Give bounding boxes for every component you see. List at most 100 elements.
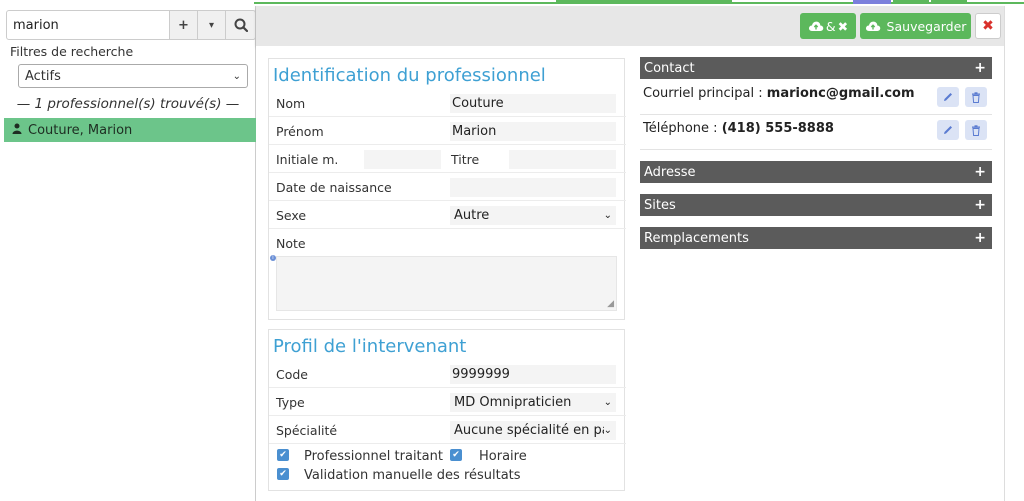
top-tab-indicator-purple <box>853 0 891 4</box>
prenom-label: Prénom <box>276 124 324 139</box>
edit-email-button[interactable] <box>937 87 959 107</box>
code-label: Code <box>276 367 309 382</box>
contact-phone-row: Téléphone : (418) 555-8888 <box>640 116 992 150</box>
pencil-icon <box>944 93 952 101</box>
titre-field[interactable] <box>509 150 616 169</box>
code-row: Code 9999999 <box>269 360 626 388</box>
close-button[interactable]: ✖ <box>975 13 1001 39</box>
sexe-label: Sexe <box>276 208 307 223</box>
trash-icon <box>972 124 980 136</box>
phone-value: (418) 555-8888 <box>721 121 834 136</box>
search-filters: Filtres de recherche Actifs ⌄ <box>10 44 250 94</box>
trash-icon <box>972 91 980 103</box>
email-value: marionc@gmail.com <box>766 86 915 101</box>
specialite-select[interactable]: Aucune spécialité en part ⌄ <box>450 421 616 440</box>
sexe-select[interactable]: Autre ⌄ <box>450 206 616 225</box>
save-and-close-button[interactable]: & ✖ <box>800 13 856 39</box>
nom-label: Nom <box>276 96 306 111</box>
validation-checkbox[interactable]: ✔ <box>277 468 289 480</box>
naissance-label: Date de naissance <box>276 180 392 195</box>
nom-field[interactable]: Couture <box>450 94 616 113</box>
result-item-name: Couture, Marion <box>28 122 133 138</box>
plus-icon[interactable]: + <box>974 164 986 180</box>
type-select[interactable]: MD Omnipraticien ⌄ <box>450 393 616 412</box>
naissance-field[interactable] <box>450 178 616 197</box>
contact-header-label: Contact <box>644 60 695 76</box>
identification-panel: Identification du professionnel Nom Cout… <box>268 58 626 320</box>
nom-row: Nom Couture <box>269 89 626 117</box>
edit-phone-button[interactable] <box>937 120 959 140</box>
add-button[interactable]: + <box>170 10 198 40</box>
status-filter-select[interactable]: Actifs ⌄ <box>18 64 248 88</box>
sexe-row: Sexe Autre ⌄ <box>269 201 626 229</box>
user-icon <box>12 123 24 137</box>
search-bar: + ▾ <box>6 10 256 40</box>
right-edge-panel <box>1004 6 1024 501</box>
horaire-checkbox[interactable]: ✔ <box>450 449 462 461</box>
search-options-button[interactable]: ▾ <box>198 10 226 40</box>
code-field[interactable]: 9999999 <box>450 365 616 384</box>
pencil-icon <box>944 126 952 134</box>
chevron-down-icon: ⌄ <box>232 70 241 82</box>
plus-icon[interactable]: + <box>974 230 986 246</box>
prenom-row: Prénom Marion <box>269 117 626 145</box>
initiale-label: Initiale m. <box>276 152 339 167</box>
resize-handle-icon[interactable]: ◢ <box>607 299 614 309</box>
top-tab-indicator <box>556 0 732 4</box>
results-count: — 1 professionnel(s) trouvé(s) — <box>16 96 240 112</box>
titre-label: Titre <box>451 152 480 167</box>
note-row: Note <box>269 229 626 257</box>
naissance-row: Date de naissance <box>269 173 626 201</box>
remplacements-section-header[interactable]: Remplacements + <box>640 227 992 249</box>
validation-label: Validation manuelle des résultats <box>304 468 521 483</box>
delete-phone-button[interactable] <box>965 120 987 140</box>
chevron-down-icon: ⌄ <box>603 397 612 408</box>
top-tab-indicator-2 <box>893 0 929 4</box>
search-icon <box>234 18 248 32</box>
contact-section-header[interactable]: Contact + <box>640 57 992 79</box>
close-x-icon: ✖ <box>837 18 849 34</box>
traitant-checkbox[interactable]: ✔ <box>277 449 289 461</box>
filters-label: Filtres de recherche <box>10 44 134 59</box>
specialite-value: Aucune spécialité en part <box>454 423 604 438</box>
type-label: Type <box>276 395 305 410</box>
note-label: Note <box>276 236 306 251</box>
adresse-header-label: Adresse <box>644 164 696 180</box>
save-button[interactable]: Sauvegarder <box>860 13 971 39</box>
specialite-label: Spécialité <box>276 423 338 438</box>
initiale-titre-row: Initiale m. Titre <box>269 145 626 173</box>
sites-header-label: Sites <box>644 197 676 213</box>
result-item-couture-marion[interactable]: Couture, Marion <box>4 118 256 142</box>
save-close-label: & <box>825 18 836 34</box>
delete-email-button[interactable] <box>965 87 987 107</box>
remplacements-header-label: Remplacements <box>644 230 749 246</box>
initiale-field[interactable] <box>364 150 441 169</box>
adresse-section-header[interactable]: Adresse + <box>640 161 992 183</box>
contact-email-row: Courriel principal : marionc@gmail.com <box>640 81 992 115</box>
prenom-field[interactable]: Marion <box>450 122 616 141</box>
top-tab-indicator-3 <box>931 0 967 4</box>
sites-section-header[interactable]: Sites + <box>640 194 992 216</box>
phone-text: Téléphone : (418) 555-8888 <box>643 121 834 136</box>
specialite-row: Spécialité Aucune spécialité en part ⌄ <box>269 416 626 444</box>
plus-icon[interactable]: + <box>974 60 986 76</box>
traitant-horaire-row: ✔ Professionnel traitant ✔ Horaire <box>269 447 626 467</box>
email-text: Courriel principal : marionc@gmail.com <box>643 86 915 101</box>
type-row: Type MD Omnipraticien ⌄ <box>269 388 626 416</box>
sexe-value: Autre <box>454 208 490 223</box>
caret-down-icon: ▾ <box>208 19 215 31</box>
phone-label: Téléphone : <box>643 121 718 136</box>
search-button[interactable] <box>226 10 256 40</box>
toolbar: & ✖ Sauvegarder ✖ <box>256 6 1004 46</box>
search-panel: + ▾ Filtres de recherche Actifs ⌄ — 1 pr… <box>0 6 256 501</box>
profil-title: Profil de l'intervenant <box>273 336 467 357</box>
search-input[interactable] <box>6 10 170 40</box>
email-label: Courriel principal : <box>643 86 763 101</box>
plus-icon[interactable]: + <box>974 197 986 213</box>
type-value: MD Omnipraticien <box>454 395 572 410</box>
note-textarea[interactable]: ◢ <box>276 256 617 311</box>
identification-title: Identification du professionnel <box>273 65 546 86</box>
chevron-down-icon: ⌄ <box>603 210 612 221</box>
cloud-upload-icon <box>808 21 824 31</box>
save-label: Sauvegarder <box>886 18 967 34</box>
